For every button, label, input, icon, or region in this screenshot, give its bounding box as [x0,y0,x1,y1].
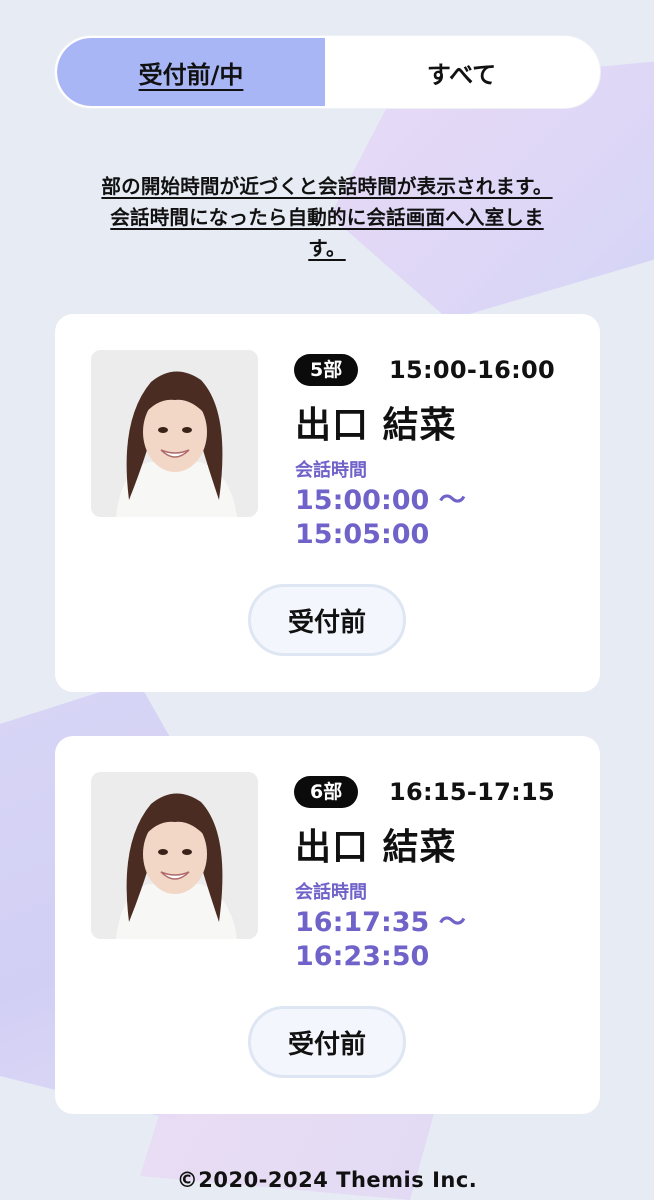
status-button[interactable]: 受付前 [248,1006,406,1078]
talk-time-value: 15:00:00 〜 15:05:00 [295,484,466,552]
talk-time-end: 15:05:00 [295,519,430,550]
member-name: 出口 結菜 [295,827,457,868]
talk-time-start: 15:00:00 〜 [295,485,466,516]
notice-line: 会話時間になったら自動的に会話画面へ入室しま [110,206,544,229]
filter-tabs: 受付前/中 すべて [55,36,600,108]
part-badge: 6部 [294,776,359,808]
talk-time-label: 会話時間 [295,882,367,903]
talk-time-start: 16:17:35 〜 [295,907,466,938]
notice-text: 部の開始時間が近づくと会話時間が表示されます。 会話時間になったら自動的に会話画… [60,171,594,264]
footer-copyright: ©2020-2024 Themis Inc. [176,1168,478,1192]
member-photo [91,772,258,939]
session-card: 5部 15:00-16:00 出口 結菜 会話時間 15:00:00 〜 15:… [55,314,600,692]
talk-time-value: 16:17:35 〜 16:23:50 [295,906,466,974]
session-card: 6部 16:15-17:15 出口 結菜 会話時間 16:17:35 〜 16:… [55,736,600,1114]
status-button[interactable]: 受付前 [248,584,406,656]
part-badge: 5部 [294,354,359,386]
talk-time-label: 会話時間 [295,460,367,481]
session-time-range: 16:15-17:15 [389,778,556,806]
session-time-range: 15:00-16:00 [389,356,556,384]
talk-time-end: 16:23:50 [295,941,430,972]
notice-line: 部の開始時間が近づくと会話時間が表示されます。 [101,175,553,198]
member-name: 出口 結菜 [295,405,457,446]
notice-line: す。 [308,237,346,260]
tab-before-open[interactable]: 受付前/中 [57,38,325,106]
tab-all[interactable]: すべて [325,38,598,106]
member-photo [91,350,258,517]
